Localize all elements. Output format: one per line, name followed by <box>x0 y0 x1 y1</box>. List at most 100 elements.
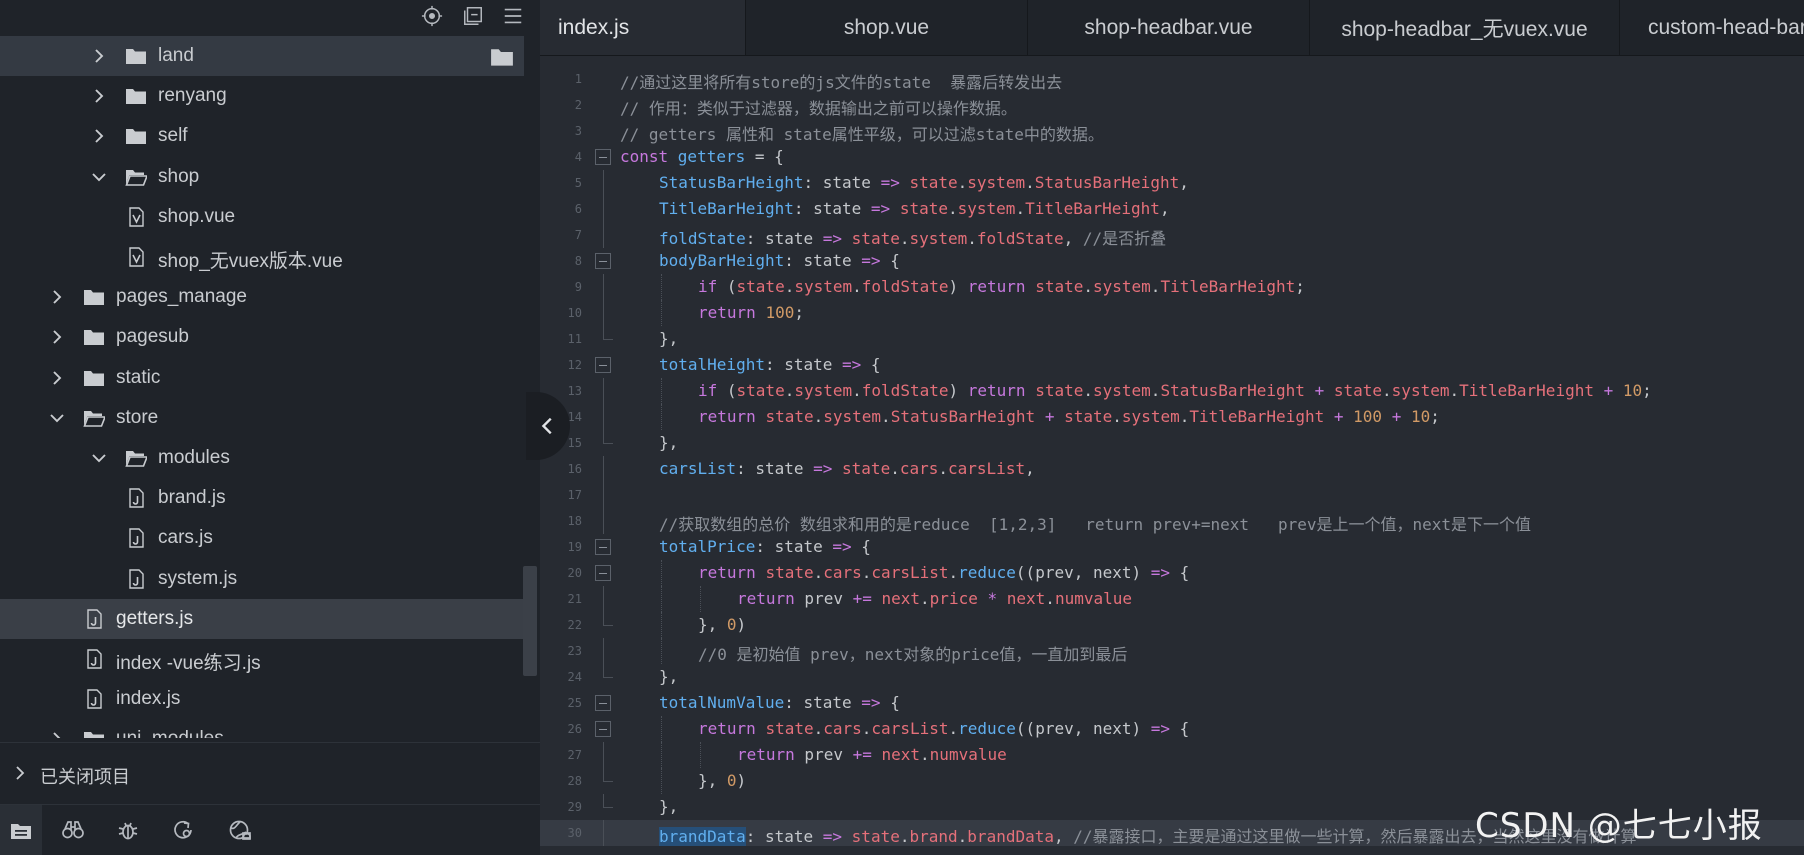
code-line[interactable]: 2 // 作用：类似于过滤器，数据输出之前可以操作数据。 <box>540 92 1804 118</box>
code-line[interactable]: 20 return state.cars.carsList.reduce((pre… <box>540 560 1804 586</box>
editor-tab[interactable]: shop-headbar.vue <box>1028 0 1310 55</box>
tree-folder-modules[interactable]: modules <box>0 438 524 478</box>
code-line[interactable]: 13 if (state.system.foldState) return sta… <box>540 378 1804 404</box>
code-token: numvalue <box>1054 589 1132 608</box>
chevron-right-icon[interactable] <box>89 86 109 106</box>
fold-range-line <box>603 404 604 430</box>
fold-toggle-icon[interactable] <box>595 721 611 737</box>
code-line[interactable]: 4 const getters = { <box>540 144 1804 170</box>
tree-file-cars-js[interactable]: cars.js <box>0 518 524 558</box>
code-line[interactable]: 17 <box>540 482 1804 508</box>
code-token: reduce <box>958 563 1016 582</box>
code-line[interactable]: 12 totalHeight: state => { <box>540 352 1804 378</box>
editor-tab[interactable]: shop-headbar_无vuex.vue <box>1310 0 1620 55</box>
tree-folder-land[interactable]: land <box>0 36 524 76</box>
closed-projects-section[interactable]: 已关闭项目 <box>0 742 540 802</box>
tree-file-index-vue-js[interactable]: index -vue练习.js <box>0 639 524 679</box>
tree-folder-pagesub[interactable]: pagesub <box>0 317 524 357</box>
js-file-icon <box>82 608 106 630</box>
code-line[interactable]: 7 foldState: state => state.system.foldSt… <box>540 222 1804 248</box>
code-token: state <box>736 277 785 296</box>
collapse-all-icon[interactable] <box>460 4 486 28</box>
code-token: . <box>948 199 958 218</box>
tree-folder-uni-modules[interactable]: uni_modules <box>0 719 524 738</box>
fold-toggle-icon[interactable] <box>595 695 611 711</box>
editor-tab[interactable]: shop.vue <box>746 0 1028 55</box>
code-token: system <box>957 199 1016 218</box>
chevron-right-icon[interactable] <box>89 126 109 146</box>
code-line[interactable]: 23 //0 是初始值 prev，next对象的price值，一直加到最后 <box>540 638 1804 664</box>
code-line[interactable]: 9 if (state.system.foldState) return stat… <box>540 274 1804 300</box>
chevron-right-icon[interactable] <box>89 46 109 66</box>
chevron-right-icon <box>12 765 28 781</box>
code-line[interactable]: 25 totalNumValue: state => { <box>540 690 1804 716</box>
code-line[interactable]: 3 // getters 属性和 state属性平级，可以过滤state中的数据。 <box>540 118 1804 144</box>
code-line[interactable]: 19 totalPrice: state => { <box>540 534 1804 560</box>
tree-item-label: renyang <box>158 85 227 107</box>
code-line[interactable]: 5 StatusBarHeight: state => state.system.… <box>540 170 1804 196</box>
menu-icon[interactable] <box>500 4 526 28</box>
tree-file-getters-js[interactable]: getters.js <box>0 598 524 639</box>
line-number: 5 <box>574 176 582 190</box>
fold-toggle-icon[interactable] <box>595 565 611 581</box>
chevron-down-icon[interactable] <box>89 167 109 187</box>
chevron-right-icon[interactable] <box>47 729 67 738</box>
fold-toggle-icon[interactable] <box>595 539 611 555</box>
code-line[interactable]: 15}, <box>540 430 1804 456</box>
code-area[interactable]: 1 //通过这里将所有store的js文件的state 暴露后转发出去 2 // 作用… <box>540 66 1804 855</box>
code-line[interactable]: 27 return prev += next.numvalue <box>540 742 1804 768</box>
plugin-refresh-icon[interactable] <box>168 815 198 845</box>
tree-item-label: brand.js <box>158 487 226 509</box>
locate-icon[interactable] <box>419 4 445 28</box>
code-line[interactable]: 10 return 100; <box>540 300 1804 326</box>
tree-file-brand-js[interactable]: brand.js <box>0 478 524 518</box>
tree-folder-renyang[interactable]: renyang <box>0 76 524 116</box>
code-token: ; <box>1430 407 1440 426</box>
tree-folder-store[interactable]: store <box>0 398 524 438</box>
code-line[interactable]: 6 TitleBarHeight: state => state.system.T… <box>540 196 1804 222</box>
code-line[interactable]: 28}, 0) <box>540 768 1804 794</box>
tree-file-shop-vue[interactable]: shop.vue <box>0 197 524 237</box>
code-line[interactable]: 8 bodyBarHeight: state => { <box>540 248 1804 274</box>
code-line[interactable]: 18 //获取数组的总价 数组求和用的是reduce [1,2,3] return… <box>540 508 1804 534</box>
fold-end-marker <box>603 326 613 340</box>
chevron-right-icon[interactable] <box>47 368 67 388</box>
chevron-right-icon[interactable] <box>47 287 67 307</box>
tree-file-index-js[interactable]: index.js <box>0 679 524 719</box>
fold-toggle-icon[interactable] <box>595 149 611 165</box>
tree-folder-self[interactable]: self <box>0 116 524 156</box>
code-token: if <box>698 381 718 400</box>
editor-tab[interactable]: custom-head-bar.vue <box>1620 0 1804 55</box>
file-tree: land renyang self shop shop.vue shop_无vuex版本.… <box>0 36 540 738</box>
open-folder-icon[interactable] <box>490 46 514 66</box>
debug-bug-icon[interactable] <box>113 815 143 845</box>
tree-folder-static[interactable]: static <box>0 358 524 398</box>
tree-file-system-js[interactable]: system.js <box>0 559 524 599</box>
explorer-scrollbar[interactable] <box>523 566 537 676</box>
chevron-down-icon[interactable] <box>47 408 67 428</box>
chevron-right-icon[interactable] <box>47 327 67 347</box>
fold-toggle-icon[interactable] <box>595 357 611 373</box>
fold-toggle-icon[interactable] <box>595 253 611 269</box>
tree-file-shop-vuex-vue[interactable]: shop_无vuex版本.vue <box>0 237 524 277</box>
code-token: : state <box>784 251 862 270</box>
code-line[interactable]: 26 return state.cars.carsList.reduce((pre… <box>540 716 1804 742</box>
code-line[interactable]: 1 //通过这里将所有store的js文件的state 暴露后转发出去 <box>540 66 1804 92</box>
editor-tab[interactable]: index.js <box>540 0 746 55</box>
code-editor: index.js shop.vue shop-headbar.vue shop-hea… <box>540 0 1804 855</box>
code-line[interactable]: 11}, <box>540 326 1804 352</box>
tree-folder-pages-manage[interactable]: pages_manage <box>0 277 524 317</box>
cloud-browser-icon[interactable] <box>225 815 255 845</box>
code-token: }, <box>698 771 727 790</box>
search-binoculars-icon[interactable] <box>58 815 88 845</box>
chevron-down-icon[interactable] <box>89 448 109 468</box>
project-manager-icon[interactable] <box>0 805 42 855</box>
code-line[interactable]: 24}, <box>540 664 1804 690</box>
code-line[interactable]: 22}, 0) <box>540 612 1804 638</box>
code-line[interactable]: 16 carsList: state => state.cars.carsList… <box>540 456 1804 482</box>
code-line[interactable]: 14 return state.system.StatusBarHeight + … <box>540 404 1804 430</box>
code-line[interactable]: 21 return prev += next.price * next.numva… <box>540 586 1804 612</box>
tree-folder-shop[interactable]: shop <box>0 157 524 197</box>
